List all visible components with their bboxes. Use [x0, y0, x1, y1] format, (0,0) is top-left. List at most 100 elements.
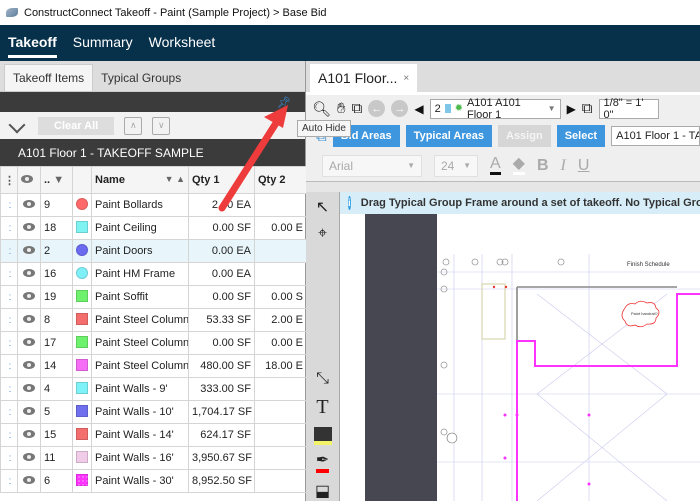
filter-icon[interactable]: ▼ — [53, 174, 64, 186]
column-header-color — [72, 166, 92, 194]
visibility-toggle[interactable] — [17, 446, 41, 470]
dimension-icon[interactable]: ⤡ — [316, 370, 329, 388]
drag-handle-icon[interactable]: ːː — [0, 400, 18, 424]
table-row[interactable]: ːː 4 Paint Walls - 9' 333.00 SF — [0, 377, 307, 401]
collapse-chevron-icon[interactable] — [8, 119, 28, 133]
stamp-icon[interactable]: ⬓ — [315, 481, 330, 501]
nav-tab-takeoff[interactable]: Takeoff — [8, 34, 57, 58]
table-row[interactable]: ːː 2 Paint Doors 0.00 EA — [0, 239, 307, 263]
table-row[interactable]: ːː 6 Paint Walls - 30' 8,952.50 SF — [0, 469, 307, 493]
text-color-icon[interactable]: A — [490, 156, 501, 175]
doc-tab-label: A101 Floor... — [318, 70, 398, 86]
visibility-toggle[interactable] — [17, 354, 41, 378]
column-options-icon[interactable]: ⋮ — [0, 166, 18, 194]
column-header-id[interactable]: .. ▼ — [40, 166, 73, 194]
table-row[interactable]: ːː 8 Paint Steel Column 53.33 SF 2.00 E — [0, 308, 307, 332]
pin-icon[interactable]: 📌︎ — [277, 96, 291, 109]
color-swatch — [76, 381, 88, 394]
column-header-name[interactable]: Name ▼ ▲ — [91, 166, 189, 194]
drag-handle-icon[interactable]: ːː — [0, 354, 18, 378]
select-button[interactable]: Select — [556, 125, 606, 147]
close-tab-icon[interactable]: × — [403, 73, 409, 84]
drag-handle-icon[interactable]: ːː — [0, 423, 18, 447]
page-selector[interactable]: 2 ✹ A101 A101 Floor 1 ▼ — [429, 97, 561, 121]
column-header-qty1[interactable]: Qty 1 — [188, 166, 255, 194]
font-size-select[interactable]: 24 ▼ — [434, 154, 478, 177]
drag-handle-icon[interactable]: ːː — [0, 239, 18, 263]
drawing-canvas[interactable]: i Drag Typical Group Frame around a set … — [340, 192, 700, 501]
visibility-toggle[interactable] — [17, 423, 41, 447]
assign-button[interactable]: Assign — [498, 125, 551, 147]
italic-button[interactable]: I — [561, 157, 566, 175]
table-row[interactable]: ːː 14 Paint Steel Column 480.00 SF 18.00 E — [0, 354, 307, 378]
visibility-toggle[interactable] — [17, 400, 41, 424]
tab-takeoff-items[interactable]: Takeoff Items — [4, 64, 94, 91]
visibility-toggle[interactable] — [17, 377, 41, 401]
visibility-toggle[interactable] — [17, 193, 41, 217]
table-row[interactable]: ːː 9 Paint Bollards 2.00 EA — [0, 193, 307, 217]
move-down-icon[interactable]: ∨ — [152, 116, 171, 135]
drag-handle-icon[interactable]: ːː — [0, 331, 18, 355]
visibility-toggle[interactable] — [17, 308, 41, 332]
drag-handle-icon[interactable]: ːː — [0, 469, 18, 493]
doc-tab-a101[interactable]: A101 Floor... × — [310, 64, 418, 92]
pan-hand-icon[interactable]: ✋︎ — [337, 100, 346, 117]
nav-tab-summary[interactable]: Summary — [73, 34, 133, 52]
text-tool-icon[interactable]: T — [316, 396, 328, 419]
bold-button[interactable]: B — [537, 157, 549, 175]
previous-page-icon[interactable]: ◀ — [414, 102, 423, 116]
back-icon[interactable]: ← — [368, 100, 386, 117]
nav-tab-worksheet[interactable]: Worksheet — [149, 34, 216, 52]
table-row[interactable]: ːː 15 Paint Walls - 14' 624.17 SF — [0, 423, 307, 447]
pages-icon[interactable]: ⧉ — [582, 100, 593, 117]
next-page-icon[interactable]: ▶ — [567, 102, 576, 116]
visibility-toggle[interactable] — [17, 239, 41, 263]
column-header-qty2[interactable]: Qty 2 — [254, 166, 307, 194]
table-row[interactable]: ːː 16 Paint HM Frame 0.00 EA — [0, 262, 307, 286]
color-swatch — [76, 197, 88, 210]
pointer-icon[interactable]: ↖ — [316, 197, 329, 217]
drag-handle-icon[interactable]: ːː — [0, 446, 18, 470]
visibility-header-icon[interactable] — [17, 166, 41, 194]
font-family-select[interactable]: Arial ▼ — [322, 154, 422, 177]
drag-handle-icon[interactable]: ːː — [0, 193, 18, 217]
table-row[interactable]: ːː 19 Paint Soffit 0.00 SF 0.00 S — [0, 285, 307, 309]
visibility-toggle[interactable] — [17, 469, 41, 493]
table-row[interactable]: ːː 5 Paint Walls - 10' 1,704.17 SF — [0, 400, 307, 424]
zoom-search-icon[interactable]: 🔍︎ — [312, 100, 331, 118]
item-qty2 — [254, 446, 307, 470]
table-row[interactable]: ːː 17 Paint Steel Column 0.00 SF 0.00 E — [0, 331, 307, 355]
drag-handle-icon[interactable]: ːː — [0, 285, 18, 309]
typical-areas-button[interactable]: Typical Areas — [405, 125, 492, 147]
color-swatch-cell — [72, 239, 92, 263]
group-header: A101 Floor 1 - TAKEOFF SAMPLE — [0, 139, 305, 166]
visibility-toggle[interactable] — [17, 331, 41, 355]
forward-icon[interactable]: → — [391, 100, 409, 117]
table-row[interactable]: ːː 11 Paint Walls - 16' 3,950.67 SF — [0, 446, 307, 470]
drag-handle-icon[interactable]: ːː — [0, 377, 18, 401]
drag-handle-icon[interactable]: ːː — [0, 308, 18, 332]
filter-sort-icon[interactable]: ▼ ▲ — [165, 174, 185, 184]
drag-handle-icon[interactable]: ːː — [0, 216, 18, 240]
color-swatch-cell — [72, 193, 92, 217]
item-id: 9 — [40, 193, 73, 217]
rotate-handle-icon[interactable] — [446, 432, 458, 444]
group-selector[interactable]: A101 Floor 1 - TAKEOFF SAMPLE — [611, 126, 700, 146]
page-status-icon: ✹ — [454, 103, 463, 114]
crosshair-icon[interactable]: ⌖ — [318, 225, 327, 243]
visibility-toggle[interactable] — [17, 285, 41, 309]
visibility-toggle[interactable] — [17, 216, 41, 240]
visibility-toggle[interactable] — [17, 262, 41, 286]
move-up-icon[interactable]: ∧ — [124, 116, 143, 135]
zoom-window-icon[interactable]: ⧉ — [352, 100, 363, 117]
clear-all-button[interactable]: Clear All — [38, 116, 115, 135]
underline-button[interactable]: U — [578, 157, 590, 175]
fill-color-icon[interactable]: ◆ — [512, 156, 525, 175]
item-qty1: 624.17 SF — [188, 423, 255, 447]
scale-field[interactable]: 1/8" = 1' 0" — [598, 97, 659, 121]
tab-typical-groups[interactable]: Typical Groups — [93, 65, 189, 91]
shape-fill-icon[interactable] — [313, 427, 332, 445]
drag-handle-icon[interactable]: ːː — [0, 262, 18, 286]
table-row[interactable]: ːː 18 Paint Ceiling 0.00 SF 0.00 E — [0, 216, 307, 240]
pen-icon[interactable]: ✒ — [315, 453, 330, 473]
